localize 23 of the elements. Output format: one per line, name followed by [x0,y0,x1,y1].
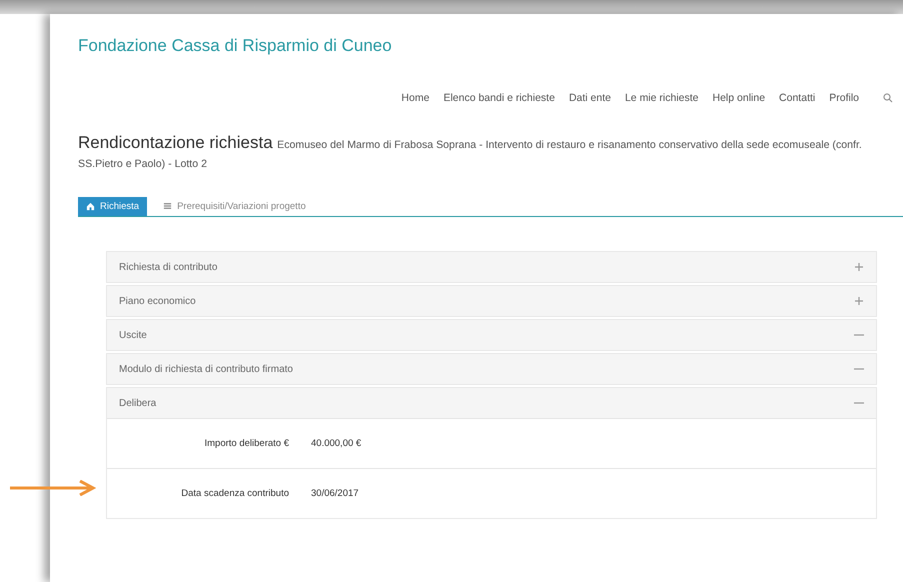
site-title[interactable]: Fondazione Cassa di Risparmio di Cuneo [78,14,893,84]
accordion-header[interactable]: Piano economico [107,286,876,316]
list-icon [163,202,172,211]
nav-link[interactable]: Contatti [779,92,816,104]
accordion-header[interactable]: Uscite [107,320,876,350]
accordion-header[interactable]: Richiesta di contributo [107,252,876,282]
accordion-header[interactable]: Modulo di richiesta di contributo firmato [107,354,876,384]
page-heading: Rendicontazione richiesta Ecomuseo del Marmo di Frabosa Soprana - Intervento di restauro e risanamento conservativo della sede ecomuseale (confr. SS.Pietro e Paolo) - Lotto 2 [78,134,863,172]
nav-link[interactable]: Dati ente [568,92,611,104]
field-value: 40.000,00 € [311,438,362,449]
tab[interactable]: Richiesta [78,197,148,216]
nav-link[interactable]: Le mie richieste [624,92,698,104]
nav-link[interactable]: Elenco bandi e richieste [443,92,555,104]
search-icon[interactable] [883,93,893,103]
accordion-header[interactable]: Delibera [107,388,876,418]
nav-link[interactable]: Profilo [829,92,859,104]
field-label: Importo deliberato € [204,438,289,449]
field-value: 30/06/2017 [311,488,359,499]
nav-link[interactable]: Help online [712,92,766,104]
home-icon [86,202,95,211]
field-label: Data scadenza contributo [180,488,289,499]
arrow-icon [10,480,96,496]
nav-link[interactable]: Home [401,92,430,104]
